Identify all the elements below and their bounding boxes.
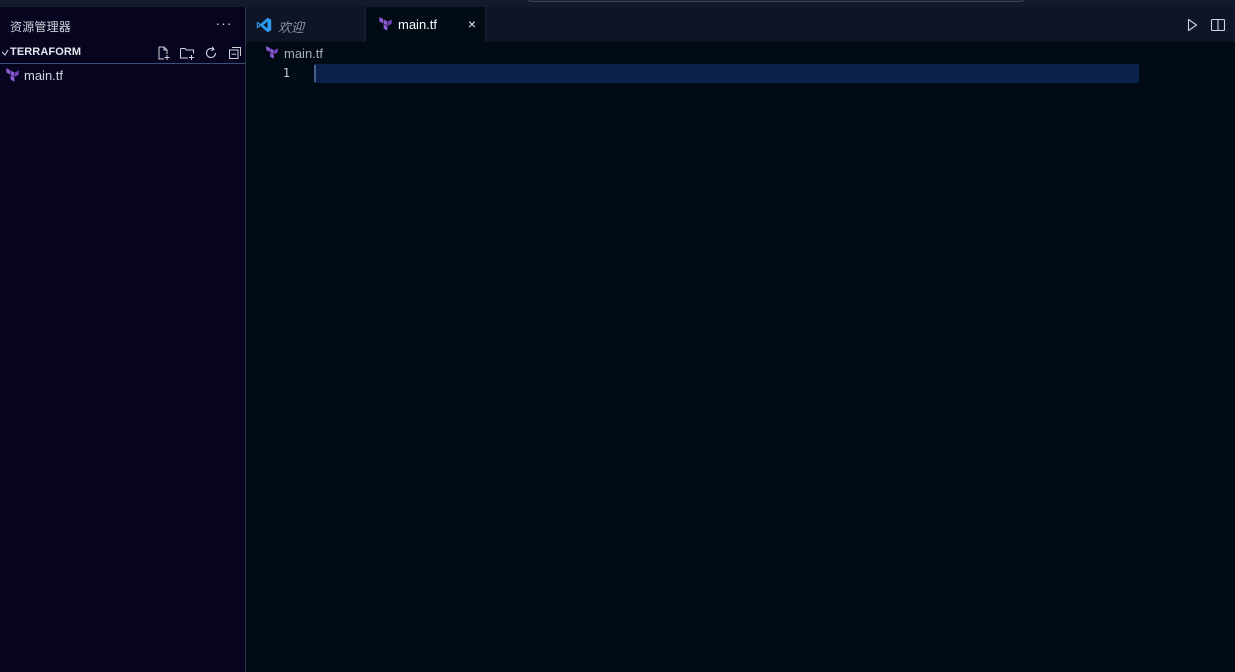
terraform-icon [6,68,19,82]
more-actions-icon[interactable]: ··· [214,14,234,34]
section-actions [151,43,247,63]
title-bar [0,0,1235,7]
breadcrumb: main.tf [246,42,1235,64]
code-editor[interactable]: 1 [246,64,1235,672]
tab-welcome[interactable]: 欢迎 [246,7,366,42]
breadcrumb-item-main-tf[interactable]: main.tf [284,46,323,61]
editor-actions [1183,16,1227,34]
new-folder-icon[interactable] [175,43,199,63]
current-line-highlight [314,64,1139,83]
tab-label: main.tf [398,17,438,32]
new-file-icon[interactable] [151,43,175,63]
vscode-window: 资源管理器 ··· TERRAFORM main.tf 欢迎 main.tf ×… [0,0,1235,672]
terraform-icon [266,46,278,59]
editor-tab-bar: 欢迎 main.tf × [246,7,1235,42]
split-editor-icon[interactable] [1209,16,1227,34]
terraform-icon [379,17,392,31]
refresh-icon[interactable] [199,43,223,63]
file-item-main-tf[interactable]: main.tf [0,64,245,86]
folder-section-header[interactable]: TERRAFORM [0,42,245,64]
explorer-sidebar: 资源管理器 ··· TERRAFORM main.tf [0,7,246,672]
command-center[interactable] [528,0,1024,2]
close-icon[interactable]: × [464,16,480,32]
file-name: main.tf [24,68,64,83]
chevron-down-icon[interactable] [0,46,10,60]
folder-title: TERRAFORM [10,46,82,58]
line-number: 1 [282,66,290,80]
sidebar-header: 资源管理器 ··· [0,7,245,42]
tab-main-tf[interactable]: main.tf × [366,7,486,42]
run-icon[interactable] [1183,16,1201,34]
text-cursor [314,65,316,82]
collapse-all-icon[interactable] [223,43,247,63]
sidebar-title: 资源管理器 [10,20,72,34]
tab-label: 欢迎 [278,20,305,35]
vscode-icon [256,17,272,33]
